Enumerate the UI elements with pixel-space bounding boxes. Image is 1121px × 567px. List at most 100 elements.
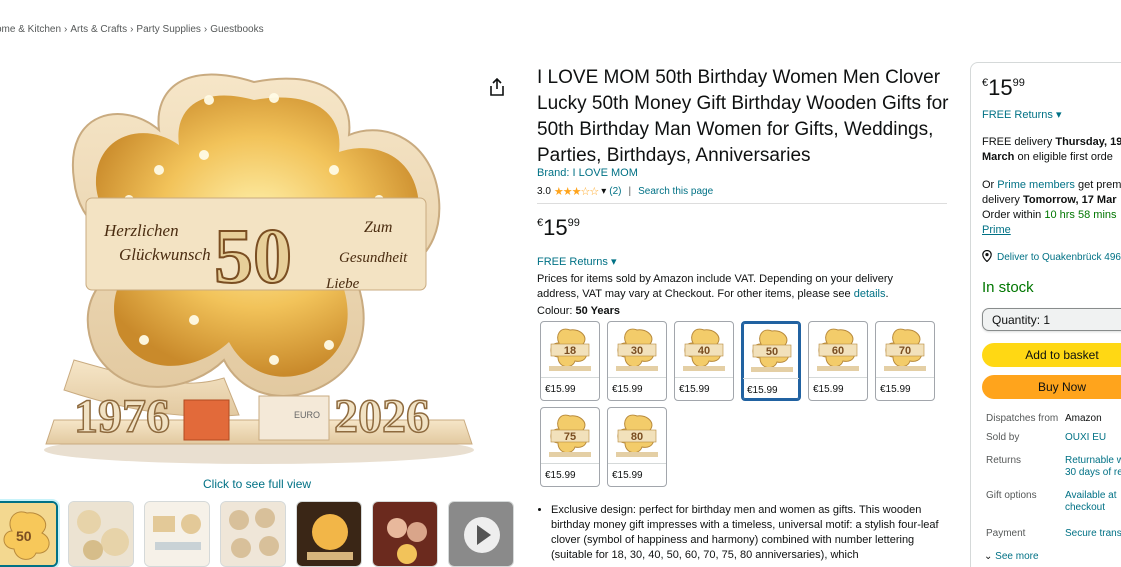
swatch-number: 70 xyxy=(899,345,911,357)
search-this-page-link[interactable]: Search this page xyxy=(638,186,713,197)
swatch-divider xyxy=(809,377,867,378)
thumbnail[interactable] xyxy=(144,501,210,567)
swatch-image: 50 xyxy=(751,329,793,372)
image-note-text: EURO xyxy=(294,410,320,420)
vat-text-end: . xyxy=(885,288,889,300)
chevron-down-icon: ▾ xyxy=(610,256,617,268)
deliver-to-text: Deliver to Quakenbrück 496 xyxy=(997,252,1121,263)
share-icon[interactable] xyxy=(489,77,505,96)
gift-options-value-2[interactable]: checkout xyxy=(1065,502,1105,514)
deliver-to-link[interactable]: Deliver to Quakenbrück 496 xyxy=(982,249,1121,265)
colour-swatch[interactable]: 80 €15.99 xyxy=(607,407,667,487)
returns-value-1[interactable]: Returnable w xyxy=(1065,455,1121,467)
svg-text:50: 50 xyxy=(16,528,32,544)
add-to-basket-button[interactable]: Add to basket xyxy=(982,343,1121,367)
colour-swatch[interactable]: 75 €15.99 xyxy=(540,407,600,487)
see-full-view-link[interactable]: Click to see full view xyxy=(203,477,311,491)
colour-selected-value: 50 Years xyxy=(575,305,620,317)
star-rating-icon[interactable]: ★★★☆☆ xyxy=(554,185,599,198)
swatch-image: 80 xyxy=(616,414,658,457)
details-link[interactable]: details xyxy=(854,288,886,300)
image-year-right: 2026 xyxy=(334,390,430,443)
image-text-number: 50 xyxy=(214,212,292,299)
chevron-down-icon[interactable]: ▾ xyxy=(601,186,606,197)
swatch-price: €15.99 xyxy=(679,384,710,395)
colour-label-text: Colour: xyxy=(537,305,576,317)
payment-value[interactable]: Secure transa xyxy=(1065,528,1121,540)
dispatches-value: Amazon xyxy=(1065,413,1102,424)
image-text-left-1: Herzlichen xyxy=(103,221,179,240)
quantity-select[interactable]: Quantity: 1 xyxy=(982,308,1121,331)
location-pin-icon xyxy=(982,249,992,265)
swatch-price: €15.99 xyxy=(813,384,844,395)
swatch-price: €15.99 xyxy=(880,384,911,395)
vat-text: Prices for items sold by Amazon include … xyxy=(537,273,894,300)
delivery-condition: on eligible first orde xyxy=(1014,151,1113,163)
buybox-price-whole: 15 xyxy=(988,75,1013,100)
free-returns-link[interactable]: FREE Returns ▾ xyxy=(537,255,617,268)
prime-members-link[interactable]: Prime members xyxy=(997,179,1075,191)
free-returns-label: FREE Returns xyxy=(537,256,608,268)
thumbnail[interactable] xyxy=(220,501,286,567)
buy-box: €1599 FREE Returns ▾ FREE delivery Thurs… xyxy=(970,62,1121,567)
swatch-image: 60 xyxy=(817,328,859,371)
add-to-basket-label: Add to basket xyxy=(1025,348,1099,362)
swatch-image: 40 xyxy=(683,328,725,371)
gift-options-value-1[interactable]: Available at xyxy=(1065,490,1117,502)
chevron-down-icon: ▾ xyxy=(1055,109,1062,121)
prime-get: get prem xyxy=(1074,179,1121,191)
breadcrumb-item-home-kitchen[interactable]: ome & Kitchen xyxy=(0,24,61,35)
thumbnail[interactable] xyxy=(68,501,134,567)
colour-swatch[interactable]: 60 €15.99 xyxy=(808,321,868,401)
swatch-divider xyxy=(876,377,934,378)
colour-swatch[interactable]: 40 €15.99 xyxy=(674,321,734,401)
breadcrumb-separator: › xyxy=(130,24,134,35)
swatch-price: €15.99 xyxy=(747,385,778,396)
sold-by-link[interactable]: OUXI EU xyxy=(1065,432,1106,444)
colour-label: Colour: 50 Years xyxy=(537,305,620,317)
thumbnail-strip: 50 xyxy=(0,501,514,567)
vat-notice: Prices for items sold by Amazon include … xyxy=(537,272,927,302)
breadcrumb-separator: › xyxy=(203,24,208,35)
rating-count-link[interactable]: (2) xyxy=(609,186,621,197)
product-title: I LOVE MOM 50th Birthday Women Men Clove… xyxy=(537,67,949,166)
rating-separator: | xyxy=(628,186,632,197)
buybox-free-returns-label: FREE Returns xyxy=(982,109,1053,121)
image-text-right-3: Liebe xyxy=(325,276,360,292)
breadcrumb-item-party-supplies[interactable]: Party Supplies xyxy=(136,24,200,35)
dispatches-label: Dispatches from xyxy=(986,413,1059,424)
buybox-price: €1599 xyxy=(982,75,1025,101)
image-text-right-2: Gesundheit xyxy=(339,250,408,266)
prime-link[interactable]: Prime xyxy=(982,224,1011,236)
swatch-price: €15.99 xyxy=(612,470,643,481)
swatch-divider xyxy=(608,377,666,378)
see-more-link[interactable]: ⌄ See more xyxy=(984,551,1039,562)
thumbnail[interactable]: 50 xyxy=(0,501,58,567)
swatch-number: 40 xyxy=(698,345,710,357)
buybox-price-fraction: 99 xyxy=(1012,77,1025,89)
prime-or: Or xyxy=(982,179,998,191)
thumbnail-video[interactable] xyxy=(448,501,514,567)
breadcrumb-item-guestbooks[interactable]: Guestbooks xyxy=(210,24,263,35)
thumbnail[interactable] xyxy=(296,501,362,567)
buybox-free-returns-link[interactable]: FREE Returns ▾ xyxy=(982,108,1062,121)
returns-value-2[interactable]: 30 days of re xyxy=(1065,467,1121,479)
image-year-left: 1976 xyxy=(74,390,170,443)
prime-countdown: 10 hrs 58 mins xyxy=(1044,209,1117,221)
colour-swatch[interactable]: 18 €15.99 xyxy=(540,321,600,401)
see-more-label: See more xyxy=(995,551,1039,562)
colour-swatch[interactable]: 30 €15.99 xyxy=(607,321,667,401)
swatch-divider xyxy=(541,377,599,378)
thumbnail[interactable] xyxy=(372,501,438,567)
feature-bullets: Exclusive design: perfect for birthday m… xyxy=(537,503,947,563)
swatch-image: 30 xyxy=(616,328,658,371)
buy-now-button[interactable]: Buy Now xyxy=(982,375,1121,399)
colour-swatch[interactable]: 70 €15.99 xyxy=(875,321,935,401)
brand-link[interactable]: Brand: I LOVE MOM xyxy=(537,167,638,179)
swatch-image: 70 xyxy=(884,328,926,371)
stock-status: In stock xyxy=(982,279,1034,296)
main-product-image[interactable]: Herzlichen Glückwunsch 50 Zum Gesundheit… xyxy=(34,60,474,472)
payment-label: Payment xyxy=(986,528,1026,539)
breadcrumb-item-arts-crafts[interactable]: Arts & Crafts xyxy=(70,24,127,35)
colour-swatch[interactable]: 50 €15.99 xyxy=(741,321,801,401)
